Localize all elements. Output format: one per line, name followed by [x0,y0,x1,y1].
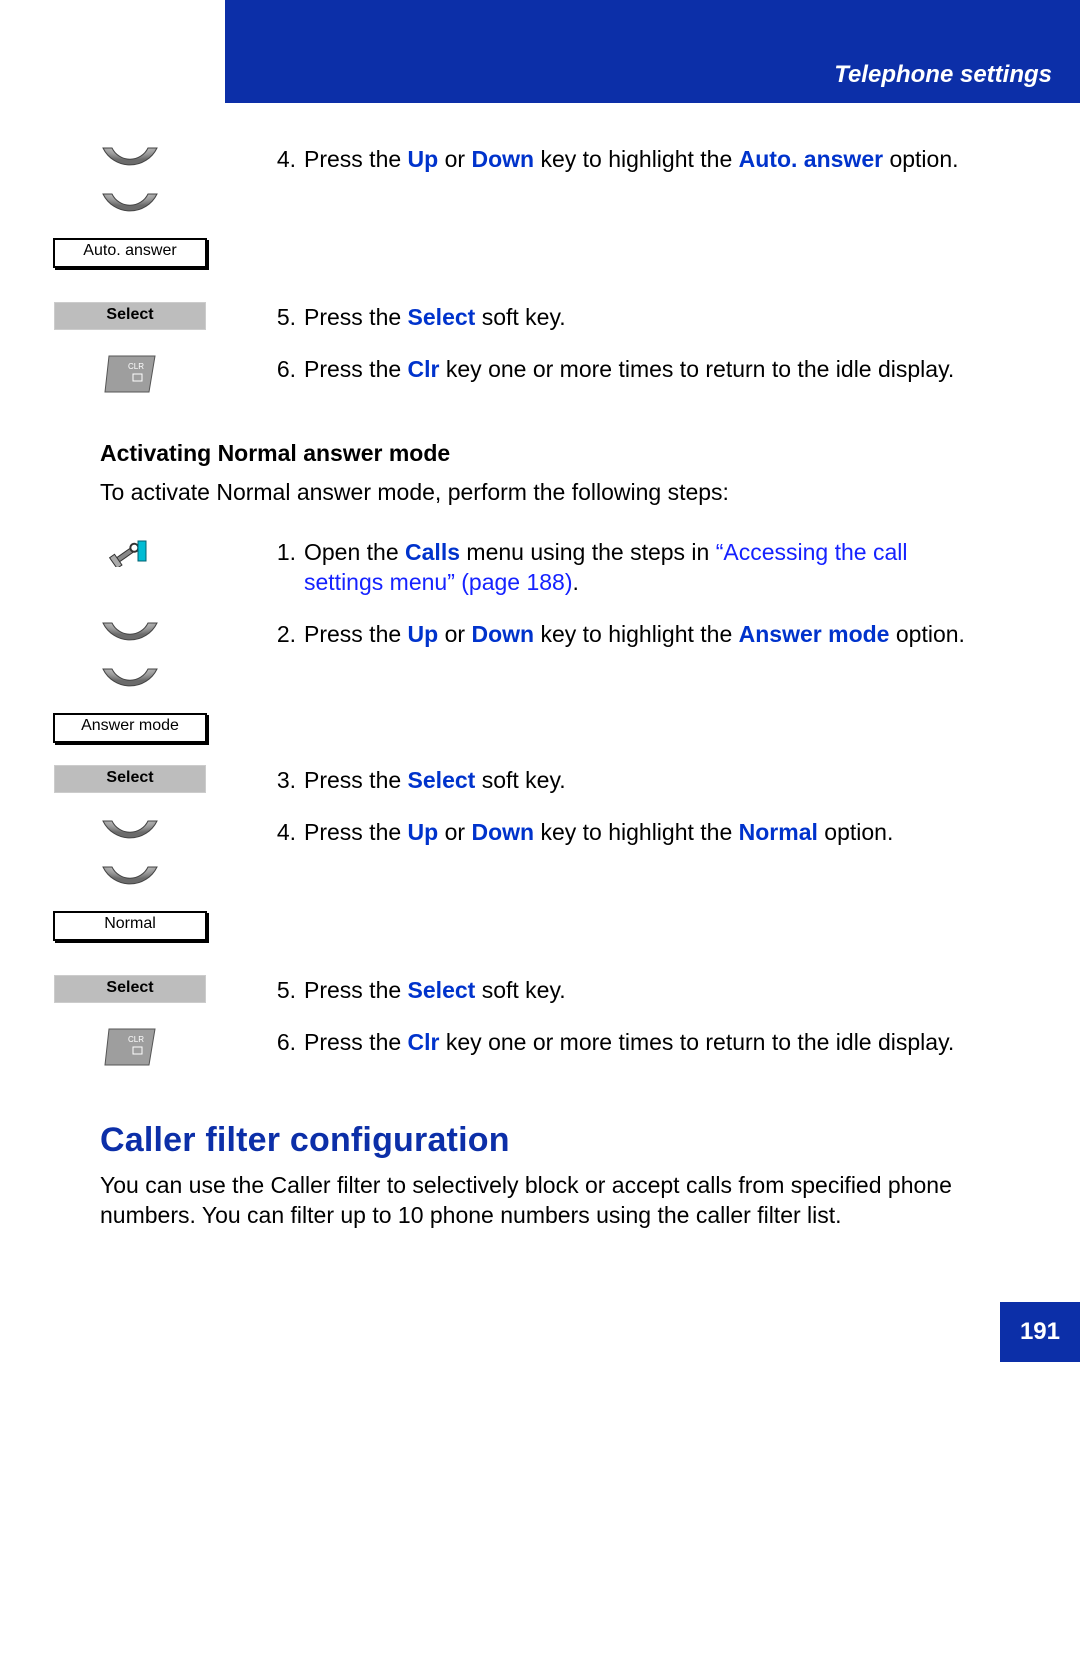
svg-text:CLR: CLR [128,1035,144,1044]
step-text: Press the Select soft key. [304,975,1080,1005]
up-down-key-icon [98,817,162,901]
step-number: 4. [260,817,304,847]
step-text: Press the Clr key one or more times to r… [304,354,1080,384]
select-softkey: Select [54,765,206,793]
step-text: Press the Clr key one or more times to r… [304,1027,1080,1057]
step-number: 1. [260,537,304,567]
step-number: 3. [260,765,304,795]
step-number: 5. [260,302,304,332]
section-body: You can use the Caller filter to selecti… [100,1170,990,1230]
clr-key-icon: CLR [103,1027,157,1067]
svg-text:CLR: CLR [128,362,144,371]
step-text: Open the Calls menu using the steps in “… [304,537,1080,597]
step-number: 6. [260,1027,304,1057]
page-number: 191 [1000,1302,1080,1362]
step-number: 4. [260,144,304,174]
settings-tool-icon [108,537,152,567]
step-text: Press the Select soft key. [304,765,1080,795]
step-text: Press the Up or Down key to highlight th… [304,817,1080,847]
section-title-caller-filter: Caller filter configuration [100,1121,1080,1160]
up-down-key-icon [98,144,162,228]
step-text: Press the Up or Down key to highlight th… [304,619,1080,649]
intro-paragraph: To activate Normal answer mode, perform … [100,477,990,507]
option-box-answer-mode: Answer mode [53,713,207,743]
clr-key-icon: CLR [103,354,157,394]
step-number: 2. [260,619,304,649]
option-box-auto-answer: Auto. answer [53,238,207,268]
step-text: Press the Up or Down key to highlight th… [304,144,1080,174]
subheading-normal-answer: Activating Normal answer mode [100,440,1080,467]
step-text: Press the Select soft key. [304,302,1080,332]
select-softkey: Select [54,302,206,330]
step-number: 6. [260,354,304,384]
select-softkey: Select [54,975,206,1003]
option-box-normal: Normal [53,911,207,941]
step-number: 5. [260,975,304,1005]
up-down-key-icon [98,619,162,703]
